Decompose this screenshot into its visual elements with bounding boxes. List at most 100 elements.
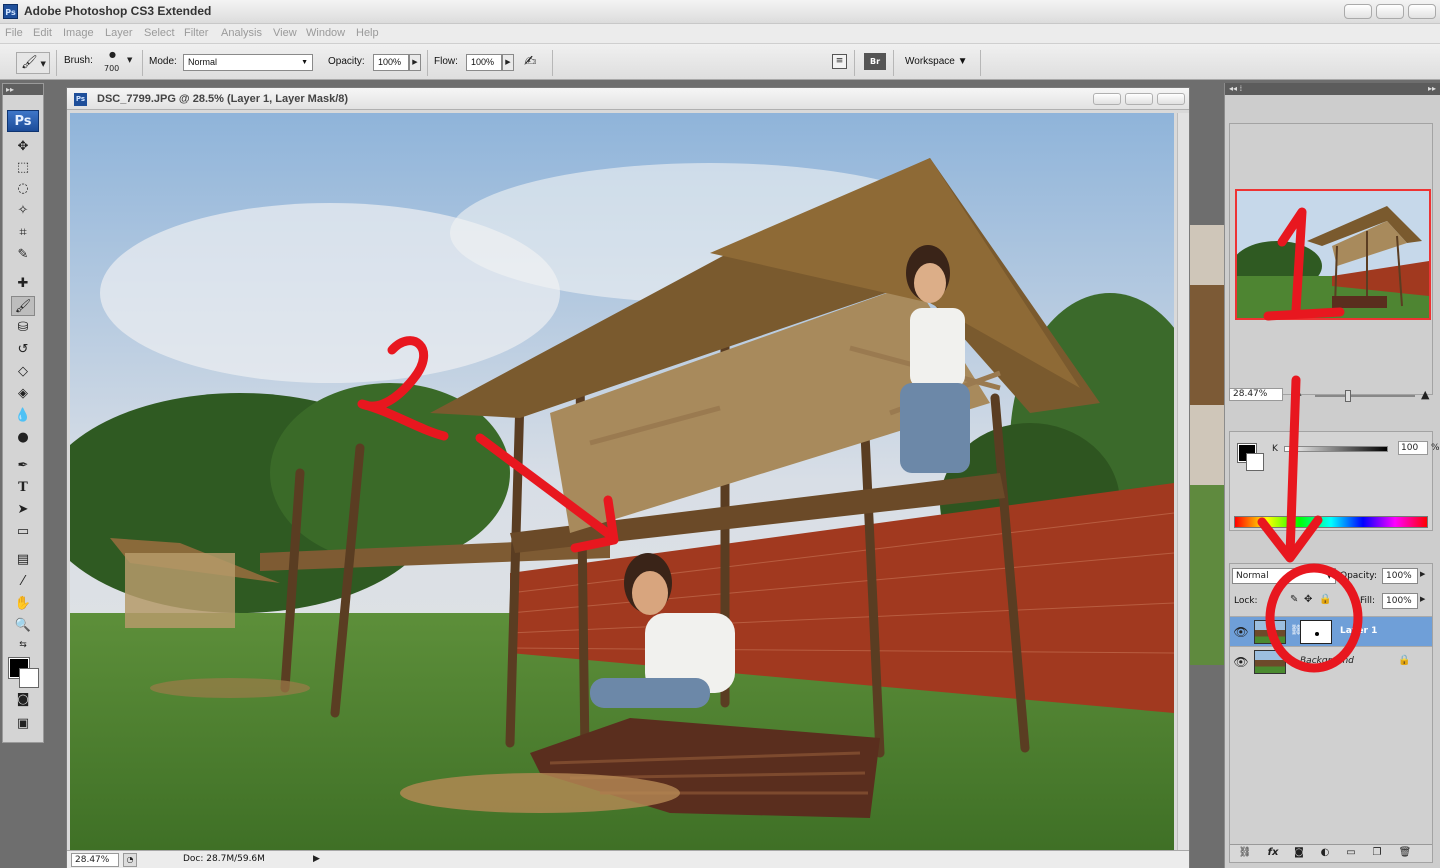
ps-logo[interactable]: Ps xyxy=(7,110,39,132)
navigator-zoom-slider[interactable] xyxy=(1315,390,1415,402)
opacity-input[interactable]: 100% xyxy=(373,54,409,71)
magic-wand-tool-icon[interactable]: ✧ xyxy=(11,201,35,221)
layer-name[interactable]: Background xyxy=(1300,656,1354,666)
dodge-tool-icon[interactable]: ● xyxy=(11,428,35,448)
menu-window[interactable]: Window xyxy=(306,27,345,39)
history-brush-tool-icon[interactable]: ↺ xyxy=(11,340,35,360)
lock-pixels-icon[interactable]: ✎ xyxy=(1290,594,1298,605)
opacity-arrow-icon[interactable]: ▶ xyxy=(1420,570,1425,578)
minimize-button[interactable] xyxy=(1344,4,1372,19)
menu-help[interactable]: Help xyxy=(356,27,379,39)
layer-thumbnail[interactable] xyxy=(1254,650,1286,674)
layer-name[interactable]: Layer 1 xyxy=(1340,626,1377,636)
lock-position-icon[interactable]: ✥ xyxy=(1304,594,1312,605)
color-panel-background-swatch[interactable] xyxy=(1246,453,1264,471)
tool-preset-picker[interactable]: 🖌 ▼ xyxy=(16,52,50,74)
status-menu-icon[interactable]: ◔ xyxy=(123,853,137,867)
navigator-thumbnail[interactable] xyxy=(1235,189,1431,320)
slider-thumb[interactable] xyxy=(1345,390,1351,402)
lock-all-icon[interactable]: 🔒 xyxy=(1319,594,1331,605)
zoom-tool-icon[interactable]: 🔍 xyxy=(11,616,35,636)
maximize-button[interactable] xyxy=(1376,4,1404,19)
new-layer-icon[interactable]: ❐ xyxy=(1370,847,1384,858)
opacity-slider-toggle[interactable]: ▶ xyxy=(409,54,421,71)
type-tool-icon[interactable]: T xyxy=(11,478,35,498)
screen-mode-icon[interactable]: ▣ xyxy=(11,714,35,734)
lasso-tool-icon[interactable]: ◌ xyxy=(11,179,35,199)
clone-stamp-tool-icon[interactable]: ⛁ xyxy=(11,318,35,338)
menu-file[interactable]: File xyxy=(5,27,23,39)
color-spectrum-ramp[interactable] xyxy=(1234,516,1428,528)
image-canvas[interactable] xyxy=(70,113,1174,850)
photo-stilt-hut xyxy=(70,113,1174,850)
bridge-icon[interactable]: Br xyxy=(864,53,886,70)
layer-mask-thumbnail[interactable] xyxy=(1300,620,1332,644)
document-vertical-scrollbar[interactable] xyxy=(1177,113,1189,850)
palette-well-icon[interactable]: ≡ xyxy=(832,54,847,69)
menu-view[interactable]: View xyxy=(273,27,297,39)
menu-edit[interactable]: Edit xyxy=(33,27,52,39)
menu-filter[interactable]: Filter xyxy=(184,27,208,39)
flow-slider-toggle[interactable]: ▶ xyxy=(502,54,514,71)
color-channel-label: K xyxy=(1272,444,1278,454)
add-mask-icon[interactable]: ◙ xyxy=(1292,847,1306,858)
hand-tool-icon[interactable]: ✋ xyxy=(11,594,35,614)
link-layers-icon[interactable]: ⛓ xyxy=(1238,847,1252,858)
delete-layer-icon[interactable]: 🗑 xyxy=(1398,847,1412,858)
doc-minimize-button[interactable] xyxy=(1093,93,1121,105)
zoom-out-icon[interactable]: ▵ xyxy=(1297,389,1302,399)
layer-style-icon[interactable]: fx xyxy=(1266,847,1280,858)
crop-tool-icon[interactable]: ⌗ xyxy=(11,223,35,243)
healing-brush-tool-icon[interactable]: ✚ xyxy=(11,274,35,294)
notes-tool-icon[interactable]: ▤ xyxy=(11,550,35,570)
airbrush-icon[interactable]: ✍ xyxy=(524,52,537,70)
tools-panel-header[interactable]: ▸▸ xyxy=(3,84,43,95)
layer-fill-input[interactable]: 100% xyxy=(1382,593,1418,609)
k-channel-slider[interactable] xyxy=(1284,446,1388,452)
eyedropper-sample-tool-icon[interactable]: ⁄ xyxy=(11,572,35,592)
document-title-bar[interactable]: Ps DSC_7799.JPG @ 28.5% (Layer 1, Layer … xyxy=(67,88,1189,110)
doc-maximize-button[interactable] xyxy=(1125,93,1153,105)
k-channel-value[interactable]: 100 xyxy=(1398,441,1428,455)
background-color-swatch[interactable] xyxy=(19,668,39,688)
layer-blend-mode-select[interactable]: Normal ▼ xyxy=(1232,568,1336,584)
brush-picker[interactable]: ● 700 ▼ xyxy=(100,50,136,76)
status-zoom-field[interactable]: 28.47% xyxy=(71,853,119,867)
doc-close-button[interactable] xyxy=(1157,93,1185,105)
menu-image[interactable]: Image xyxy=(63,27,94,39)
pen-tool-icon[interactable]: ✒ xyxy=(11,456,35,476)
layer-row-layer-1[interactable]: 👁 ⛓ Layer 1 xyxy=(1230,616,1432,646)
swap-colors-icon[interactable]: ⇆ xyxy=(11,638,35,652)
paint-bucket-tool-icon[interactable]: ◈ xyxy=(11,384,35,404)
status-arrow-icon[interactable]: ▶ xyxy=(313,852,323,867)
flow-input[interactable]: 100% xyxy=(466,54,502,71)
zoom-in-icon[interactable]: ▲ xyxy=(1421,388,1429,401)
chevron-down-icon: ▼ xyxy=(301,59,308,66)
workspace-menu[interactable]: Workspace ▼ xyxy=(905,56,968,67)
shape-tool-icon[interactable]: ▭ xyxy=(11,522,35,542)
layer-thumbnail[interactable] xyxy=(1254,620,1286,644)
navigator-preview xyxy=(1237,191,1429,318)
eraser-tool-icon[interactable]: ◇ xyxy=(11,362,35,382)
path-selection-tool-icon[interactable]: ➤ xyxy=(11,500,35,520)
mode-select[interactable]: Normal ▼ xyxy=(183,54,313,71)
close-button[interactable] xyxy=(1408,4,1436,19)
menu-analysis[interactable]: Analysis xyxy=(221,27,262,39)
panel-dock-header[interactable]: ◂◂ ⁞ ▸▸ xyxy=(1225,83,1440,95)
quick-mask-icon[interactable]: ◙ xyxy=(11,690,35,710)
adjustment-layer-icon[interactable]: ◐ xyxy=(1318,847,1332,858)
visibility-eye-icon[interactable]: 👁 xyxy=(1233,625,1249,639)
marquee-tool-icon[interactable]: ⬚ xyxy=(11,158,35,178)
menu-layer[interactable]: Layer xyxy=(105,27,133,39)
eyedropper-tool-icon[interactable]: ✎ xyxy=(11,245,35,265)
fill-arrow-icon[interactable]: ▶ xyxy=(1420,595,1425,603)
menu-select[interactable]: Select xyxy=(144,27,175,39)
visibility-eye-icon[interactable]: 👁 xyxy=(1233,655,1249,669)
move-tool-icon[interactable]: ✥ xyxy=(11,137,35,157)
new-group-icon[interactable]: ▭ xyxy=(1344,847,1358,858)
blur-tool-icon[interactable]: 💧 xyxy=(11,406,35,426)
layer-row-background[interactable]: 👁 Background 🔒 xyxy=(1230,646,1432,676)
brush-tool-icon[interactable]: 🖌 xyxy=(11,296,35,316)
navigator-zoom-field[interactable]: 28.47% xyxy=(1229,388,1283,401)
layer-opacity-input[interactable]: 100% xyxy=(1382,568,1418,584)
